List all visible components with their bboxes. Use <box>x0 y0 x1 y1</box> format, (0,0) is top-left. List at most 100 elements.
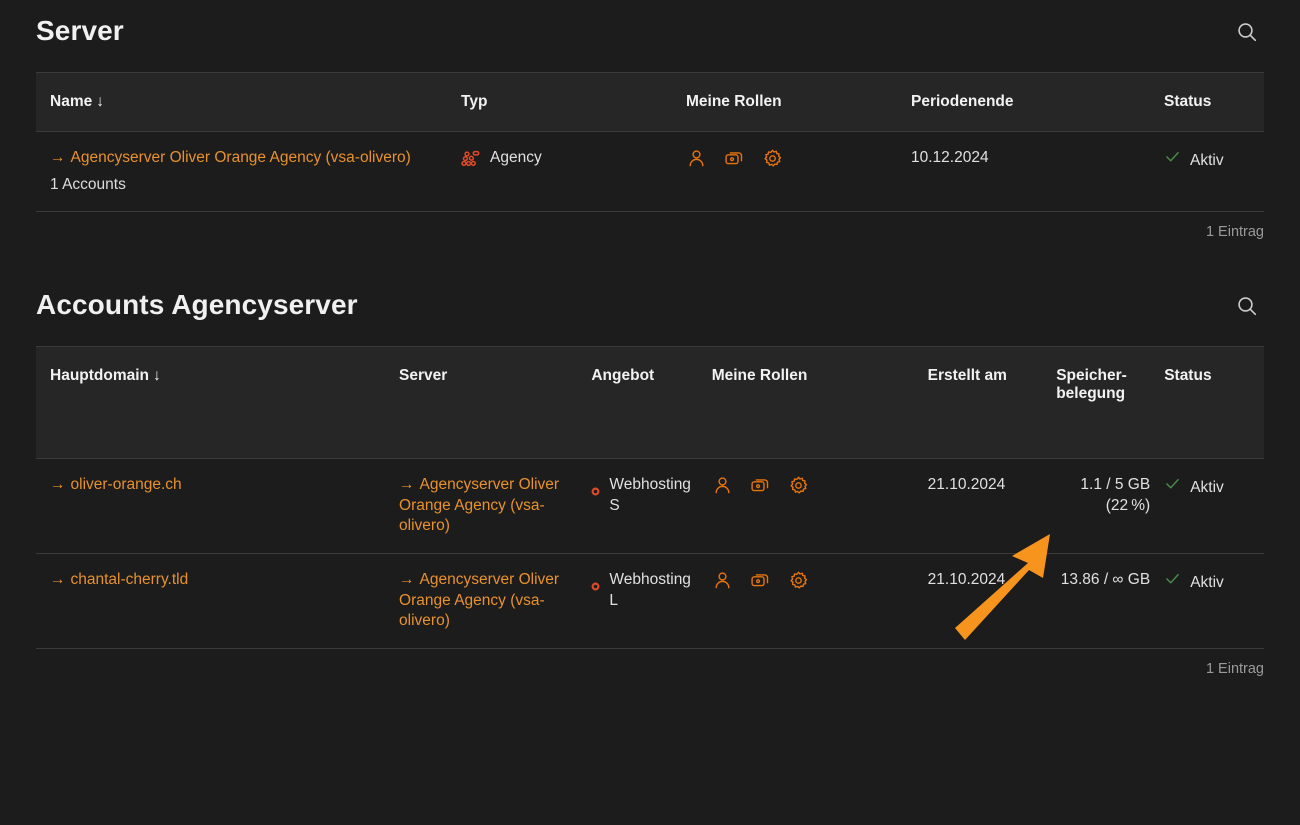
cell-server-roles <box>686 131 911 213</box>
search-icon <box>1235 20 1259 47</box>
column-header-name[interactable]: Name ↓ <box>36 72 461 132</box>
column-label: Angebot <box>591 367 655 385</box>
cards-icon[interactable] <box>750 570 771 591</box>
gear-icon[interactable] <box>788 570 809 591</box>
cards-icon[interactable] <box>750 475 771 496</box>
table-row: → oliver-orange.ch → Agencyserver Oliver O… <box>36 458 1264 555</box>
page-title: Server <box>36 15 124 46</box>
column-label: Meine Rollen <box>686 93 782 110</box>
cell-status: Aktiv <box>1164 131 1264 213</box>
table-row: → Agencyserver Oliver Orange Agency (vsa-… <box>36 131 1264 213</box>
server-table: Name ↓ Typ Meine Rollen Periodenende Stat… <box>36 72 1264 213</box>
user-icon[interactable] <box>712 570 733 591</box>
arrow-right-icon: → <box>50 476 66 494</box>
column-header-status[interactable]: Status <box>1164 346 1264 460</box>
domain-link[interactable]: → oliver-orange.ch <box>50 476 182 493</box>
offer-label: Webhosting S <box>609 476 691 514</box>
search-button-server[interactable] <box>1230 16 1264 50</box>
server-text: Agencyserver Oliver Orange Agency (vsa-o… <box>399 571 560 630</box>
cell-angebot: Webhosting S <box>591 458 712 555</box>
column-header-angebot[interactable]: Angebot <box>591 346 712 460</box>
table-row: → chantal-cherry.tld → Agencyserver Oliver… <box>36 553 1264 649</box>
check-icon <box>1164 570 1181 594</box>
arrow-right-icon: → <box>50 571 66 589</box>
cell-hauptdomain: → oliver-orange.ch <box>36 458 400 555</box>
ring-bullet-icon <box>591 577 600 598</box>
status-badge: Aktiv <box>1190 152 1224 169</box>
column-header-typ[interactable]: Typ <box>461 72 686 132</box>
gear-icon[interactable] <box>788 475 809 496</box>
cell-status: Aktiv <box>1164 553 1264 649</box>
cell-server-name: → Agencyserver Oliver Orange Agency (vsa-… <box>36 131 461 213</box>
column-label: Meine Rollen <box>711 367 808 385</box>
arrow-right-icon: → <box>399 571 415 589</box>
column-label: Erstellt am <box>927 367 1007 385</box>
accounts-table-footer: 1 Eintrag <box>1205 660 1264 677</box>
arrow-right-icon: → <box>50 149 66 166</box>
cell-roles <box>711 458 928 555</box>
accounts-table: Hauptdomain ↓ Server Angebot Meine Rollen… <box>36 346 1264 649</box>
server-link[interactable]: → Agencyserver Oliver Orange Agency (vsa-… <box>399 571 559 629</box>
server-type-label: Agency <box>490 149 542 166</box>
column-label: Server <box>399 367 448 385</box>
server-text: Agencyserver Oliver Orange Agency (vsa-o… <box>399 476 560 535</box>
column-header-server[interactable]: Server <box>399 346 592 460</box>
column-label: Speicher-belegung <box>1056 367 1127 403</box>
cell-server: → Agencyserver Oliver Orange Agency (vsa-… <box>399 458 592 555</box>
column-header-meine-rollen[interactable]: Meine Rollen <box>686 72 911 132</box>
status-badge: Aktiv <box>1190 479 1224 497</box>
column-header-status[interactable]: Status <box>1164 72 1264 132</box>
cell-hauptdomain: → chantal-cherry.tld <box>36 553 400 649</box>
column-label: Typ <box>461 93 488 110</box>
check-icon <box>1164 148 1181 172</box>
column-label: Status <box>1164 367 1212 385</box>
column-label: Periodenende <box>911 93 1014 110</box>
cards-icon[interactable] <box>724 148 745 169</box>
cell-roles <box>711 553 928 649</box>
user-icon[interactable] <box>686 148 707 169</box>
offer-label: Webhosting L <box>609 571 691 609</box>
column-header-meine-rollen[interactable]: Meine Rollen <box>711 346 928 460</box>
column-label: Hauptdomain <box>50 367 150 385</box>
server-name-text: Agencyserver Oliver Orange Agency (vsa-o… <box>70 149 411 166</box>
server-table-footer: 1 Eintrag <box>1205 224 1264 241</box>
cell-speicherbelegung: 13.86 / ∞ GB <box>1056 553 1165 649</box>
server-table-header-row: Name ↓ Typ Meine Rollen Periodenende Stat… <box>36 72 1264 132</box>
search-button-accounts[interactable] <box>1230 290 1264 324</box>
gear-icon[interactable] <box>762 148 783 169</box>
cell-server-type: Agency <box>461 131 686 213</box>
check-icon <box>1164 475 1181 499</box>
cell-erstellt-am: 21.10.2024 <box>927 553 1057 649</box>
arrow-right-icon: → <box>399 476 415 494</box>
cell-erstellt-am: 21.10.2024 <box>927 458 1057 555</box>
column-label: Status <box>1164 93 1212 110</box>
column-header-hauptdomain[interactable]: Hauptdomain ↓ <box>36 346 400 460</box>
sort-desc-icon: ↓ <box>153 367 161 385</box>
cell-status: Aktiv <box>1164 458 1264 555</box>
sort-desc-icon: ↓ <box>96 93 104 110</box>
column-header-erstellt-am[interactable]: Erstellt am <box>927 346 1057 460</box>
domain-text: oliver-orange.ch <box>70 476 182 494</box>
agency-cluster-icon <box>461 149 481 176</box>
search-icon <box>1235 294 1259 321</box>
accounts-title: Accounts Agencyserver <box>36 289 358 321</box>
accounts-table-header-row: Hauptdomain ↓ Server Angebot Meine Rollen… <box>36 346 1264 460</box>
accounts-count-note: 1 Accounts <box>50 175 126 193</box>
domain-link[interactable]: → chantal-cherry.tld <box>50 571 188 588</box>
ring-bullet-icon <box>591 482 600 503</box>
column-header-speicherbelegung[interactable]: Speicher-belegung <box>1056 346 1165 460</box>
accounts-section-header: Accounts Agencyserver <box>36 289 1264 324</box>
page-root: Server Name ↓ Typ Meine Rollen Periodene… <box>0 0 1300 825</box>
column-header-periodenende[interactable]: Periodenende <box>911 72 1164 132</box>
domain-text: chantal-cherry.tld <box>70 571 189 589</box>
cell-angebot: Webhosting L <box>591 553 712 649</box>
status-badge: Aktiv <box>1190 574 1224 592</box>
cell-period-end: 10.12.2024 <box>911 131 1164 213</box>
server-name-link[interactable]: → Agencyserver Oliver Orange Agency (vsa-… <box>50 149 411 166</box>
server-link[interactable]: → Agencyserver Oliver Orange Agency (vsa-… <box>399 476 559 534</box>
cell-server: → Agencyserver Oliver Orange Agency (vsa-… <box>399 553 592 649</box>
user-icon[interactable] <box>712 475 733 496</box>
cell-speicherbelegung: 1.1 / 5 GB (22 %) <box>1056 458 1165 555</box>
column-label: Name <box>50 93 93 110</box>
